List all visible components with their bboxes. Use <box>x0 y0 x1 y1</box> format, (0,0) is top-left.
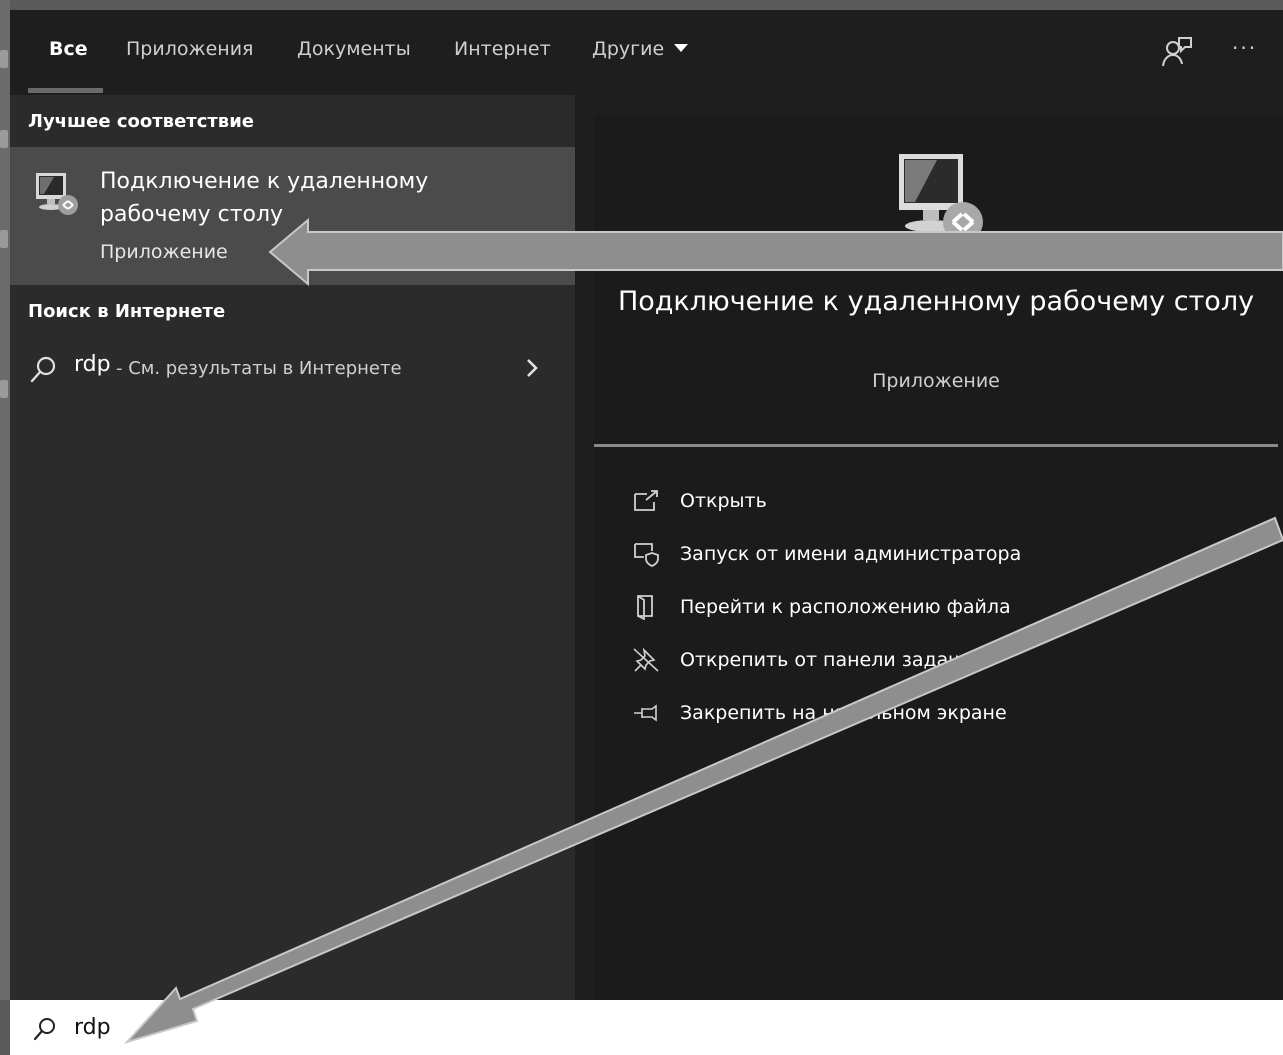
action-open[interactable]: Открыть <box>632 486 1232 520</box>
desktop-icon <box>0 50 8 68</box>
search-box[interactable]: rdp <box>10 1000 1283 1055</box>
desktop-icon <box>0 380 8 398</box>
more-options-icon[interactable]: ··· <box>1232 36 1257 60</box>
search-tabs-bar: Все Приложения Документы Интернет Другие… <box>10 10 1283 95</box>
open-icon <box>634 490 658 511</box>
feedback-icon[interactable] <box>1158 34 1194 70</box>
action-label: Перейти к расположению файла <box>680 596 1011 618</box>
results-panel: Лучшее соответствие Подключение к удален… <box>10 95 575 1000</box>
details-divider <box>594 444 1278 447</box>
unpin-taskbar-icon <box>633 647 659 672</box>
web-search-heading: Поиск в Интернете <box>28 301 226 322</box>
remote-desktop-icon <box>899 154 983 240</box>
remote-desktop-icon <box>36 173 78 215</box>
search-window: Все Приложения Документы Интернет Другие… <box>10 10 1283 1000</box>
search-input-value[interactable]: rdp <box>74 1015 111 1040</box>
desktop-icon <box>0 130 8 148</box>
active-tab-indicator <box>28 88 103 93</box>
tab-apps[interactable]: Приложения <box>126 38 253 60</box>
action-run-as-admin[interactable]: Запуск от имени администратора <box>632 539 1232 573</box>
action-label: Открепить от панели задач <box>680 649 960 671</box>
desktop-icon <box>0 230 8 248</box>
web-search-query: rdp <box>74 352 111 377</box>
action-label: Открыть <box>680 490 767 512</box>
web-search-suffix: - См. результаты в Интернете <box>116 358 402 379</box>
details-subtitle: Приложение <box>872 370 1000 392</box>
tab-all[interactable]: Все <box>49 38 88 60</box>
action-label: Запуск от имени администратора <box>680 543 1022 565</box>
details-title: Подключение к удаленному рабочему столу <box>617 286 1255 317</box>
pin-start-icon <box>634 704 657 722</box>
best-match-heading: Лучшее соответствие <box>28 111 255 132</box>
tab-other[interactable]: Другие <box>592 38 689 60</box>
tab-documents[interactable]: Документы <box>297 38 411 60</box>
file-location-icon <box>637 595 653 620</box>
best-match-subtitle: Приложение <box>100 241 228 263</box>
best-match-title: Подключение к удаленному рабочему столу <box>100 169 429 227</box>
action-pin-start[interactable]: Закрепить на начальном экране <box>632 698 1232 732</box>
run-as-admin-icon <box>634 543 659 567</box>
best-match-item[interactable]: Подключение к удаленному рабочему столу … <box>10 147 575 285</box>
tab-internet[interactable]: Интернет <box>454 38 551 60</box>
details-panel: Подключение к удаленному рабочему столу … <box>594 114 1283 1000</box>
search-icon <box>30 356 56 383</box>
action-label: Закрепить на начальном экране <box>680 702 1007 724</box>
web-search-item[interactable]: rdp - См. результаты в Интернете <box>10 350 575 396</box>
action-file-location[interactable]: Перейти к расположению файла <box>632 592 1232 626</box>
desktop-edge <box>0 0 10 1000</box>
chevron-down-icon <box>674 44 689 52</box>
action-unpin-taskbar[interactable]: Открепить от панели задач <box>632 645 1232 679</box>
tab-other-label: Другие <box>592 38 665 60</box>
search-icon <box>33 1018 55 1041</box>
chevron-right-icon[interactable] <box>522 354 542 382</box>
